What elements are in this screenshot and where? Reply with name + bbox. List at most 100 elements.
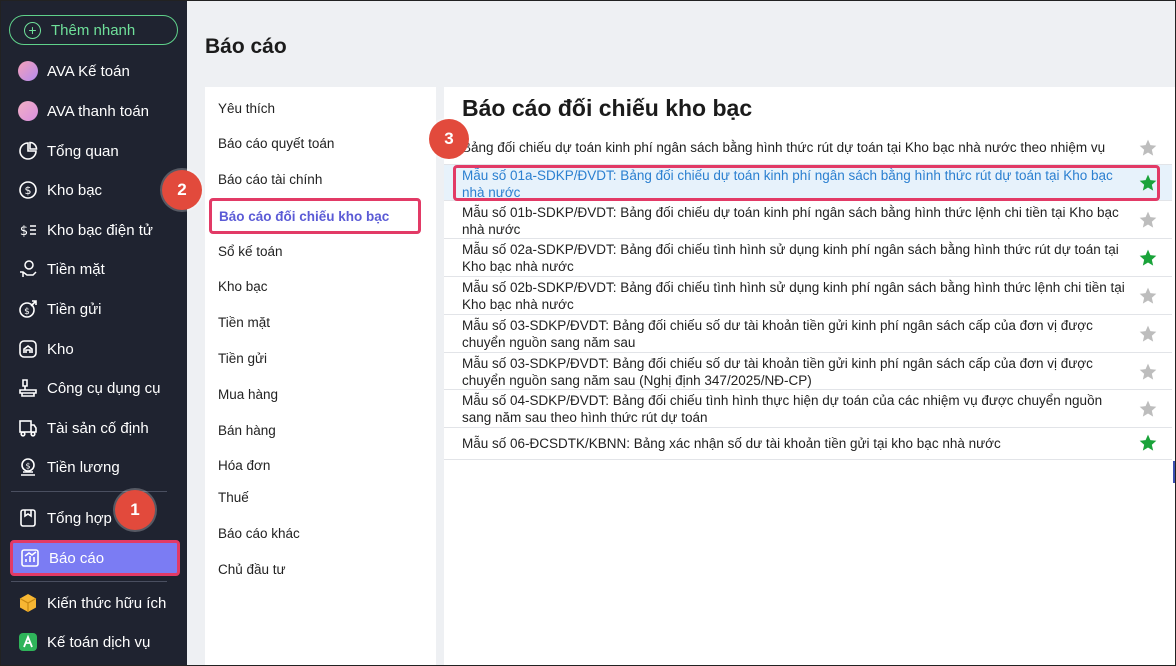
sidebar-item-tien-gui[interactable]: $ Tiền gửi xyxy=(11,292,179,326)
sidebar-item-kho-bac[interactable]: $ Kho bạc xyxy=(11,173,179,207)
sidebar-item-kho-bac-dien-tu[interactable]: $ Kho bạc điện tử xyxy=(11,213,179,247)
category-thue[interactable]: Thuế xyxy=(218,490,249,505)
cash-hand-icon xyxy=(17,258,39,280)
report-chart-icon xyxy=(19,547,41,569)
sidebar-item-ava-thanh-toan[interactable]: AVA thanh toán xyxy=(11,94,179,128)
sidebar-item-cong-cu-dung-cu[interactable]: Công cụ dụng cụ xyxy=(11,371,179,405)
warehouse-icon xyxy=(17,338,39,360)
sidebar-item-label: Tiền lương xyxy=(47,458,120,476)
report-row[interactable]: Bảng đối chiếu dự toán kinh phí ngân sác… xyxy=(444,131,1172,165)
report-row[interactable]: Mẫu số 03-SDKP/ĐVDT: Bảng đối chiếu số d… xyxy=(444,315,1172,353)
category-yeu-thich[interactable]: Yêu thích xyxy=(218,101,275,116)
app-window: + Thêm nhanh AVA Kế toán AVA thanh toán … xyxy=(0,0,1176,666)
digital-dollar-icon: $ xyxy=(17,219,39,241)
report-name[interactable]: Mẫu số 04-SDKP/ĐVDT: Bảng đối chiếu tình… xyxy=(462,392,1127,426)
sidebar-item-tai-san-co-dinh[interactable]: Tài sản cố định xyxy=(11,411,179,445)
category-hoa-don[interactable]: Hóa đơn xyxy=(218,458,270,473)
category-bao-cao-khac[interactable]: Báo cáo khác xyxy=(218,526,300,541)
category-tien-gui[interactable]: Tiền gửi xyxy=(218,351,267,366)
category-tien-mat[interactable]: Tiền mặt xyxy=(218,315,270,330)
svg-text:$: $ xyxy=(25,462,30,471)
sidebar-item-label: Tiền mặt xyxy=(47,260,105,278)
report-name[interactable]: Mẫu số 02a-SDKP/ĐVDT: Bảng đối chiếu tìn… xyxy=(462,241,1127,275)
report-category-list: Yêu thích Báo cáo quyết toán Báo cáo tài… xyxy=(205,87,436,665)
sidebar-item-label: Công cụ dụng cụ xyxy=(47,379,161,397)
salary-icon: $ xyxy=(17,456,39,478)
sidebar-item-tien-luong[interactable]: $ Tiền lương xyxy=(11,450,179,484)
star-icon[interactable] xyxy=(1138,399,1158,419)
report-row[interactable]: Mẫu số 02b-SDKP/ĐVDT: Bảng đối chiếu tìn… xyxy=(444,277,1172,315)
quick-add-label: Thêm nhanh xyxy=(51,21,136,39)
category-chu-dau-tu[interactable]: Chủ đầu tư xyxy=(218,562,286,577)
category-so-ke-toan[interactable]: Sổ kế toán xyxy=(218,244,283,259)
dollar-coin-icon: $ xyxy=(17,179,39,201)
page-title: Báo cáo xyxy=(205,35,287,58)
category-kho-bac[interactable]: Kho bạc xyxy=(218,279,268,294)
sidebar-divider xyxy=(11,581,167,582)
step-badge-3: 3 xyxy=(429,119,469,159)
category-bao-cao-tai-chinh[interactable]: Báo cáo tài chính xyxy=(218,172,322,187)
deposit-icon: $ xyxy=(17,298,39,320)
sidebar-item-label: Tổng quan xyxy=(47,142,119,160)
report-row[interactable]: Mẫu số 03-SDKP/ĐVDT: Bảng đối chiếu số d… xyxy=(444,353,1172,390)
sidebar-item-label: Tổng hợp xyxy=(47,509,112,527)
service-icon xyxy=(17,631,39,653)
category-ban-hang[interactable]: Bán hàng xyxy=(218,423,276,438)
report-row[interactable]: Mẫu số 04-SDKP/ĐVDT: Bảng đối chiếu tình… xyxy=(444,390,1172,428)
category-mua-hang[interactable]: Mua hàng xyxy=(218,387,278,402)
report-section-title: Báo cáo đối chiếu kho bạc xyxy=(462,95,753,121)
star-icon[interactable] xyxy=(1138,324,1158,344)
sidebar: + Thêm nhanh AVA Kế toán AVA thanh toán … xyxy=(1,1,187,665)
category-bao-cao-doi-chieu-kho-bac[interactable]: Báo cáo đối chiếu kho bạc xyxy=(209,198,421,234)
step-badge-1: 1 xyxy=(115,490,155,530)
sidebar-item-label: AVA Kế toán xyxy=(47,62,130,80)
svg-text:$: $ xyxy=(25,184,32,197)
sidebar-item-tong-quan[interactable]: Tổng quan xyxy=(11,134,179,168)
sidebar-item-label: AVA thanh toán xyxy=(47,102,150,120)
report-name[interactable]: Mẫu số 06-ĐCSDTK/KBNN: Bảng xác nhận số … xyxy=(462,435,1127,452)
avatar-icon xyxy=(17,60,39,82)
sidebar-item-label: Kiến thức hữu ích xyxy=(47,594,167,612)
sidebar-item-label: Tài sản cố định xyxy=(47,419,149,437)
quick-add-button[interactable]: + Thêm nhanh xyxy=(9,15,178,45)
page-header: Báo cáo xyxy=(187,1,1175,87)
knowledge-cube-icon xyxy=(17,592,39,614)
selected-report-highlight xyxy=(453,165,1160,201)
truck-icon xyxy=(17,417,39,439)
star-icon[interactable] xyxy=(1138,210,1158,230)
star-icon[interactable] xyxy=(1138,286,1158,306)
sidebar-item-label: Tiền gửi xyxy=(47,300,102,318)
sidebar-item-label: Kho bạc điện tử xyxy=(47,221,153,239)
report-name[interactable]: Mẫu số 01b-SDKP/ĐVDT: Bảng đối chiếu dự … xyxy=(462,204,1127,238)
star-icon[interactable] xyxy=(1138,138,1158,158)
sidebar-item-bao-cao[interactable]: Báo cáo xyxy=(10,540,180,576)
star-icon[interactable] xyxy=(1138,433,1158,453)
sidebar-item-kien-thuc-huu-ich[interactable]: Kiến thức hữu ích xyxy=(11,586,179,620)
report-name[interactable]: Mẫu số 03-SDKP/ĐVDT: Bảng đối chiếu số d… xyxy=(462,355,1127,389)
star-icon[interactable] xyxy=(1138,248,1158,268)
step-badge-2: 2 xyxy=(162,170,202,210)
pie-chart-icon xyxy=(17,140,39,162)
report-name[interactable]: Mẫu số 03-SDKP/ĐVDT: Bảng đối chiếu số d… xyxy=(462,317,1127,351)
avatar-icon xyxy=(17,100,39,122)
svg-text:$: $ xyxy=(24,307,30,317)
report-name[interactable]: Mẫu số 02b-SDKP/ĐVDT: Bảng đối chiếu tìn… xyxy=(462,279,1127,313)
sidebar-item-label: Kho bạc xyxy=(47,181,103,199)
tools-icon xyxy=(17,377,39,399)
sidebar-item-ava-ke-toan[interactable]: AVA Kế toán xyxy=(11,54,179,88)
sidebar-item-kho[interactable]: Kho xyxy=(11,332,179,366)
category-bao-cao-quyet-toan[interactable]: Báo cáo quyết toán xyxy=(218,136,334,151)
star-icon[interactable] xyxy=(1138,362,1158,382)
plus-icon: + xyxy=(24,21,41,39)
svg-text:$: $ xyxy=(20,224,28,239)
report-row[interactable]: Mẫu số 01b-SDKP/ĐVDT: Bảng đối chiếu dự … xyxy=(444,201,1172,239)
summary-icon xyxy=(17,507,39,529)
sidebar-item-label: Kế toán dịch vụ xyxy=(47,633,151,651)
sidebar-item-ke-toan-dich-vu[interactable]: Kế toán dịch vụ xyxy=(11,625,179,659)
sidebar-item-tien-mat[interactable]: Tiền mặt xyxy=(11,252,179,286)
report-name[interactable]: Bảng đối chiếu dự toán kinh phí ngân sác… xyxy=(462,139,1127,156)
sidebar-item-label: Báo cáo xyxy=(49,549,105,567)
report-row[interactable]: Mẫu số 06-ĐCSDTK/KBNN: Bảng xác nhận số … xyxy=(444,428,1172,460)
sidebar-item-label: Kho xyxy=(47,340,74,358)
report-row[interactable]: Mẫu số 02a-SDKP/ĐVDT: Bảng đối chiếu tìn… xyxy=(444,239,1172,277)
